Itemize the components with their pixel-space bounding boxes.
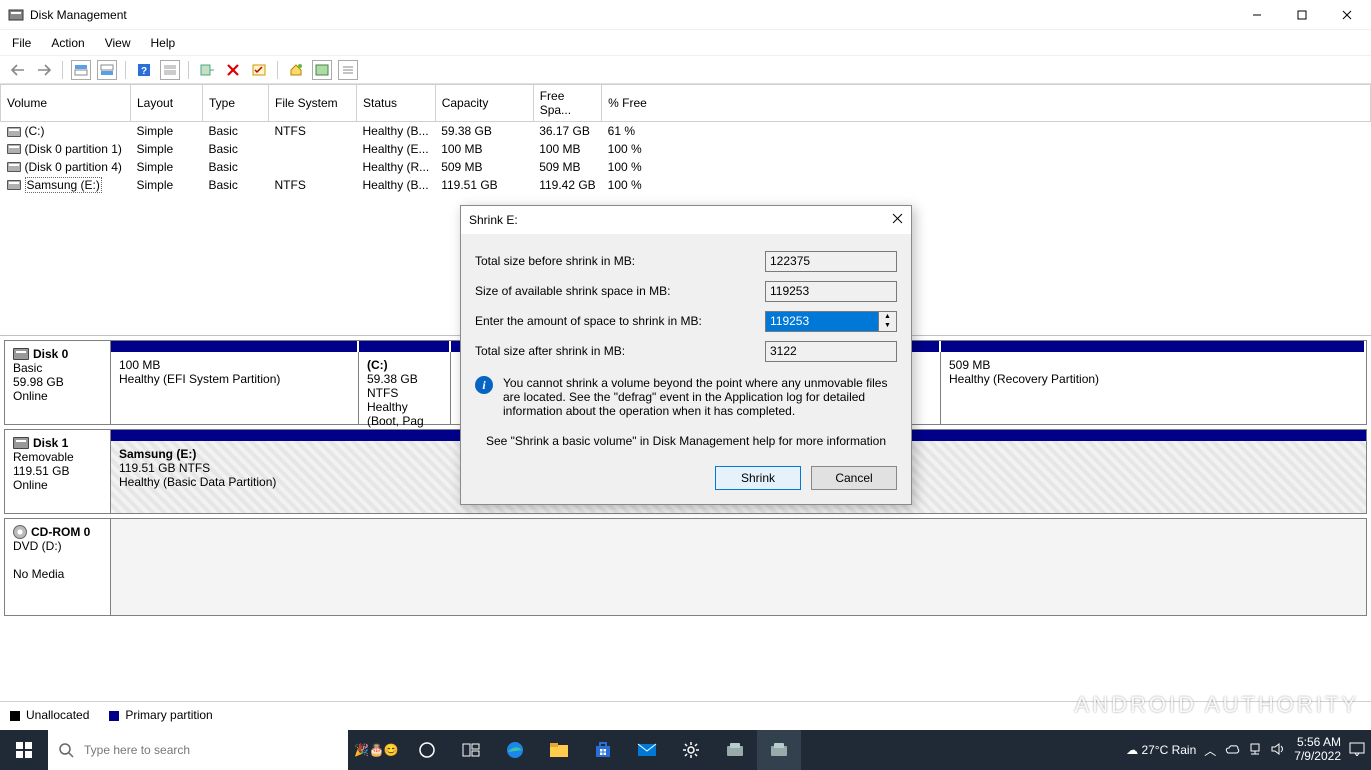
menu-help[interactable]: Help xyxy=(149,34,178,51)
taskbar-diskmgmt-icon[interactable] xyxy=(757,730,801,770)
taskbar-settings-icon[interactable] xyxy=(669,730,713,770)
info-icon: i xyxy=(475,376,493,394)
spinner-down-icon[interactable]: ▼ xyxy=(879,321,896,331)
check-icon[interactable] xyxy=(249,60,269,80)
window-title: Disk Management xyxy=(30,8,127,22)
cdrom-row[interactable]: CD-ROM 0 DVD (D:) No Media xyxy=(4,518,1367,616)
back-icon[interactable] xyxy=(8,60,28,80)
view-bottom-icon[interactable] xyxy=(97,60,117,80)
taskbar-store-icon[interactable] xyxy=(581,730,625,770)
col-free[interactable]: Free Spa... xyxy=(533,85,601,122)
weather-widget[interactable]: ☁ 27°C Rain xyxy=(1126,743,1196,757)
spinner-up-icon[interactable]: ▲ xyxy=(879,312,896,322)
total-after-label: Total size after shrink in MB: xyxy=(475,344,765,358)
legend-primary-swatch xyxy=(109,711,119,721)
list-icon[interactable] xyxy=(338,60,358,80)
search-icon xyxy=(58,742,74,758)
volume-row[interactable]: Samsung (E:)SimpleBasicNTFSHealthy (B...… xyxy=(1,176,1371,194)
volume-row[interactable]: (Disk 0 partition 1)SimpleBasicHealthy (… xyxy=(1,140,1371,158)
maximize-button[interactable] xyxy=(1279,0,1324,30)
col-fs[interactable]: File System xyxy=(269,85,357,122)
available-label: Size of available shrink space in MB: xyxy=(475,284,765,298)
action-icon[interactable] xyxy=(197,60,217,80)
dialog-title: Shrink E: xyxy=(469,213,518,227)
volume-icon xyxy=(7,127,21,137)
menu-bar: File Action View Help xyxy=(0,30,1371,56)
dialog-title-bar[interactable]: Shrink E: xyxy=(461,206,911,234)
disk-1-label: Disk 1 Removable 119.51 GB Online xyxy=(5,430,111,513)
disk-icon xyxy=(13,348,29,360)
tray-notifications-icon[interactable] xyxy=(1349,742,1365,759)
menu-view[interactable]: View xyxy=(103,34,133,51)
taskbar-widgets-icon[interactable] xyxy=(449,730,493,770)
cancel-button[interactable]: Cancel xyxy=(811,466,897,490)
tray-clock[interactable]: 5:56 AM 7/9/2022 xyxy=(1294,736,1341,764)
dialog-close-button[interactable] xyxy=(892,213,903,227)
disk-0-partition[interactable]: (C:)59.38 GB NTFSHealthy (Boot, Pag xyxy=(359,352,451,424)
taskbar-app1-icon[interactable] xyxy=(713,730,757,770)
svg-text:?: ? xyxy=(141,66,147,77)
tray-chevron-up-icon[interactable]: ︿ xyxy=(1204,742,1216,759)
shrink-amount-spinner[interactable]: ▲▼ xyxy=(879,311,897,332)
toolbar: ? xyxy=(0,56,1371,84)
minimize-button[interactable] xyxy=(1234,0,1279,30)
tray-network-icon[interactable] xyxy=(1248,742,1262,759)
disk-icon xyxy=(13,437,29,449)
total-before-label: Total size before shrink in MB: xyxy=(475,254,765,268)
volume-header-row[interactable]: Volume Layout Type File System Status Ca… xyxy=(1,85,1371,122)
legend: Unallocated Primary partition xyxy=(0,701,1371,728)
volume-icon xyxy=(7,162,21,172)
view-top-icon[interactable] xyxy=(71,60,91,80)
taskbar-edge-icon[interactable] xyxy=(493,730,537,770)
col-pct[interactable]: % Free xyxy=(602,85,1371,122)
available-field xyxy=(765,281,897,302)
search-box[interactable]: Type here to search xyxy=(48,730,348,770)
shrink-dialog: Shrink E: Total size before shrink in MB… xyxy=(460,205,912,505)
taskbar-mail-icon[interactable] xyxy=(625,730,669,770)
enter-amount-label: Enter the amount of space to shrink in M… xyxy=(475,314,765,328)
help-text: See "Shrink a basic volume" in Disk Mana… xyxy=(475,434,897,448)
disk-0-partition[interactable]: 100 MBHealthy (EFI System Partition) xyxy=(111,352,359,424)
disk-0-partition[interactable]: 509 MBHealthy (Recovery Partition) xyxy=(941,352,1366,424)
forward-icon[interactable] xyxy=(34,60,54,80)
menu-action[interactable]: Action xyxy=(49,34,86,51)
col-capacity[interactable]: Capacity xyxy=(435,85,533,122)
home-icon[interactable] xyxy=(286,60,306,80)
col-type[interactable]: Type xyxy=(203,85,269,122)
taskbar-taskview-icon[interactable] xyxy=(405,730,449,770)
col-volume[interactable]: Volume xyxy=(1,85,131,122)
volume-row[interactable]: (Disk 0 partition 4)SimpleBasicHealthy (… xyxy=(1,158,1371,176)
title-bar: Disk Management xyxy=(0,0,1371,30)
col-status[interactable]: Status xyxy=(357,85,436,122)
search-placeholder-text: Type here to search xyxy=(84,743,190,757)
cdrom-icon xyxy=(13,525,27,539)
taskbar-emoji-icon[interactable]: 🎉🎂😊 xyxy=(348,730,405,770)
close-button[interactable] xyxy=(1324,0,1369,30)
shrink-button[interactable]: Shrink xyxy=(715,466,801,490)
system-tray[interactable]: ☁ 27°C Rain ︿ 5:56 AM 7/9/2022 xyxy=(1126,736,1371,764)
disk-0-label: Disk 0 Basic 59.98 GB Online xyxy=(5,341,111,424)
volume-icon xyxy=(7,180,21,190)
tray-volume-icon[interactable] xyxy=(1270,742,1286,759)
taskbar[interactable]: Type here to search 🎉🎂😊 ☁ 27°C Rain ︿ 5:… xyxy=(0,730,1371,770)
menu-file[interactable]: File xyxy=(10,34,33,51)
volume-row[interactable]: (C:)SimpleBasicNTFSHealthy (B...59.38 GB… xyxy=(1,122,1371,140)
app-icon xyxy=(8,7,24,23)
properties-icon[interactable] xyxy=(312,60,332,80)
tray-onedrive-icon[interactable] xyxy=(1224,743,1240,758)
start-button[interactable] xyxy=(0,730,48,770)
total-after-field xyxy=(765,341,897,362)
shrink-amount-input[interactable] xyxy=(765,311,879,332)
delete-icon[interactable] xyxy=(223,60,243,80)
volume-icon xyxy=(7,144,21,154)
info-text: You cannot shrink a volume beyond the po… xyxy=(503,376,897,418)
legend-unallocated-swatch xyxy=(10,711,20,721)
cdrom-label: CD-ROM 0 DVD (D:) No Media xyxy=(5,519,111,615)
refresh-panels-icon[interactable] xyxy=(160,60,180,80)
help-toolbar-icon[interactable]: ? xyxy=(134,60,154,80)
total-before-field xyxy=(765,251,897,272)
col-layout[interactable]: Layout xyxy=(131,85,203,122)
taskbar-explorer-icon[interactable] xyxy=(537,730,581,770)
